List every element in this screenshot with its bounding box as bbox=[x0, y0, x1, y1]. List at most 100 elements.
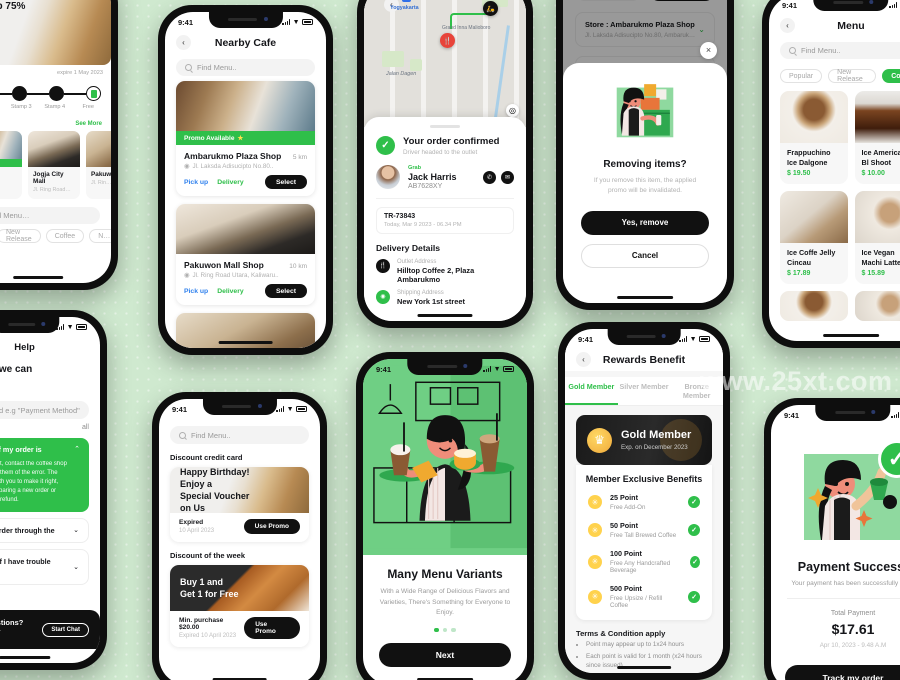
chat-icon[interactable]: ✉ bbox=[501, 170, 514, 184]
page-title: Menu bbox=[837, 19, 865, 32]
menu-item-card[interactable]: Ice Americano Bl Shoot $ 10.00 bbox=[854, 91, 900, 184]
outlet-icon: 🍴 bbox=[376, 258, 390, 273]
select-button[interactable]: Select bbox=[264, 175, 307, 189]
home-indicator bbox=[823, 334, 879, 337]
promo-card-week[interactable]: Buy 1 and Get 1 for Free Min. purchase $… bbox=[170, 565, 309, 647]
signal-icon bbox=[679, 336, 688, 342]
help-faq-item[interactable]: uld I do if I have trouble n order? ⌄ bbox=[0, 548, 89, 585]
home-cafe-card[interactable]: Pakuwo… Jl. Rin… bbox=[86, 131, 111, 199]
promo-available-strip: Promo Available ★ bbox=[176, 131, 315, 145]
menu-item-card[interactable] bbox=[854, 291, 900, 321]
delivery-tag[interactable]: Delivery bbox=[217, 288, 243, 295]
menu-filter-coffee[interactable]: Coffee bbox=[882, 69, 900, 83]
outlet-marker-icon[interactable]: 🍴 bbox=[440, 33, 455, 48]
use-promo-button[interactable]: Use Promo bbox=[244, 617, 300, 639]
menu-item-name: Ice Coffe Jelly Cincau bbox=[787, 248, 836, 267]
faq-question: cel my order through the bbox=[0, 525, 55, 535]
help-filter-all[interactable]: all bbox=[0, 424, 100, 431]
home-hero-banner[interactable]: ack Coffee unt Up 75% …vent only bbox=[0, 0, 111, 65]
menu-item-card[interactable] bbox=[780, 291, 848, 321]
benefit-check-icon: ✓ bbox=[688, 496, 700, 508]
store-name: Ambarukmo Plaza Shop bbox=[184, 151, 282, 161]
pickup-tag[interactable]: Pick up bbox=[184, 288, 208, 295]
select-button[interactable]: Select bbox=[264, 284, 307, 298]
menu-item-photo bbox=[854, 191, 900, 243]
home-cafe-card[interactable]: Jogja City Mall Jl. Ring Road… bbox=[28, 131, 80, 199]
help-faq-item[interactable]: cel my order through the ⌄ bbox=[0, 517, 89, 543]
store-card[interactable]: Promo Available ★ Ambarukmo Plaza Shop 5… bbox=[176, 81, 315, 196]
stamp-label: Free bbox=[82, 104, 94, 110]
menu-filter-popular[interactable]: Popular bbox=[780, 69, 823, 83]
onboarding-title: Many Menu Variants bbox=[387, 567, 503, 581]
outlet-label: Outlet Address bbox=[397, 258, 437, 265]
dot[interactable] bbox=[451, 627, 456, 633]
store-card[interactable]: Pakuwon Mall Shop 10 km ◉ Jl. Ring Road … bbox=[176, 204, 315, 305]
screen-help: 9:41 ▼ Help nything we can ? a keyword e… bbox=[0, 317, 100, 663]
modal-description: If you remove this item, the applied pro… bbox=[593, 176, 697, 195]
confirm-remove-button[interactable]: Yes, remove bbox=[581, 210, 709, 235]
search-icon bbox=[185, 64, 192, 71]
menu-navbar: ‹ Menu bbox=[769, 12, 900, 37]
call-icon[interactable]: ✆ bbox=[483, 170, 496, 184]
help-heading-2: ? bbox=[0, 377, 89, 391]
benefit-desc: Free Tall Brewed Coffee bbox=[610, 532, 677, 539]
home-filter-chip[interactable]: N… bbox=[89, 229, 111, 243]
benefit-check-icon: ✓ bbox=[690, 555, 700, 568]
cafe-thumb bbox=[86, 131, 111, 167]
promo-section-title-2: Discount of the week bbox=[170, 551, 246, 560]
menu-filter-new-release[interactable]: New Release bbox=[828, 69, 877, 83]
home-search-input[interactable]: d Menu… bbox=[0, 207, 100, 224]
order-status-subtitle: Driver headed to the outlet bbox=[403, 148, 478, 156]
delivery-map[interactable]: ‹ Yogyakarta Universitas Sa Grand Inna M… bbox=[364, 0, 526, 127]
notch bbox=[208, 12, 283, 28]
phone-onboarding: 9:41 ▼ Many Menu Variants With a Wide Ra… bbox=[356, 352, 534, 680]
promo-date: 10 April 2023 bbox=[179, 528, 215, 534]
pickup-tag[interactable]: Pick up bbox=[184, 179, 208, 186]
cafe-addr: Jl. Ring Road… bbox=[33, 187, 71, 193]
signal-icon bbox=[891, 412, 900, 418]
wifi-icon: ▼ bbox=[689, 335, 697, 343]
nearby-search-input[interactable]: Find Menu.. bbox=[176, 59, 315, 76]
dot[interactable] bbox=[442, 627, 448, 633]
promo-search-input[interactable]: Find Menu.. bbox=[170, 426, 309, 444]
menu-search-input[interactable]: Find Menu.. bbox=[780, 42, 900, 59]
home-cafe-card[interactable]: …no bbox=[0, 131, 22, 199]
see-more-link[interactable]: See More bbox=[75, 121, 102, 127]
menu-item-price: $ 19.50 bbox=[787, 170, 811, 177]
home-filter-chip[interactable]: New Release bbox=[0, 229, 41, 243]
signal-icon bbox=[889, 2, 898, 8]
promo-card-credit[interactable]: Happy Birthday! Enjoy a Special Voucher … bbox=[170, 467, 309, 542]
notch bbox=[815, 405, 891, 421]
benefit-desc: Free Add-On bbox=[610, 504, 646, 511]
order-id: TR-73843 bbox=[384, 212, 416, 220]
home-filter-chip[interactable]: Coffee bbox=[45, 229, 85, 243]
start-chat-button[interactable]: Start Chat bbox=[42, 622, 89, 637]
recenter-icon[interactable]: ◎ bbox=[506, 104, 519, 117]
close-icon[interactable]: × bbox=[700, 41, 717, 59]
search-placeholder: d Menu… bbox=[0, 211, 30, 220]
promo-status: Expired bbox=[179, 519, 204, 526]
delivery-tag[interactable]: Delivery bbox=[217, 179, 243, 186]
use-promo-button[interactable]: Use Promo bbox=[243, 519, 300, 534]
wifi-icon: ▼ bbox=[292, 18, 300, 26]
menu-item-card[interactable]: Ice Vegan Machi Latte $ 15.89 bbox=[854, 191, 900, 284]
tab-bronze-member[interactable]: Bronze Member bbox=[670, 377, 723, 405]
help-search-input[interactable]: a keyword e.g "Payment Method" bbox=[0, 401, 89, 419]
faq-question: uld I do if I have trouble bbox=[0, 556, 51, 566]
menu-item-card[interactable]: Frappuchino Ice Dalgone $ 19.50 bbox=[780, 91, 848, 184]
page-title: Nearby Cafe bbox=[214, 36, 277, 49]
cancel-button[interactable]: Cancel bbox=[581, 243, 709, 268]
menu-item-photo bbox=[780, 91, 848, 143]
track-order-button[interactable]: Track my order bbox=[785, 665, 900, 680]
dot-active[interactable] bbox=[434, 627, 439, 633]
menu-item-card[interactable]: Ice Coffe Jelly Cincau $ 17.89 bbox=[780, 191, 848, 284]
driver-marker-icon[interactable]: 🛵 bbox=[483, 1, 498, 16]
next-button[interactable]: Next bbox=[379, 643, 511, 668]
tab-gold-member[interactable]: Gold Member bbox=[565, 377, 618, 405]
phone-payment-success: 9:41 ▼ bbox=[764, 398, 900, 680]
stamp-line bbox=[27, 92, 49, 95]
home-indicator bbox=[0, 656, 51, 659]
tab-silver-member[interactable]: Silver Member bbox=[618, 377, 671, 405]
help-faq-item-open[interactable]: uld I do if my order is r is incorrect, … bbox=[0, 438, 89, 512]
sheet-grabber[interactable] bbox=[430, 125, 460, 128]
